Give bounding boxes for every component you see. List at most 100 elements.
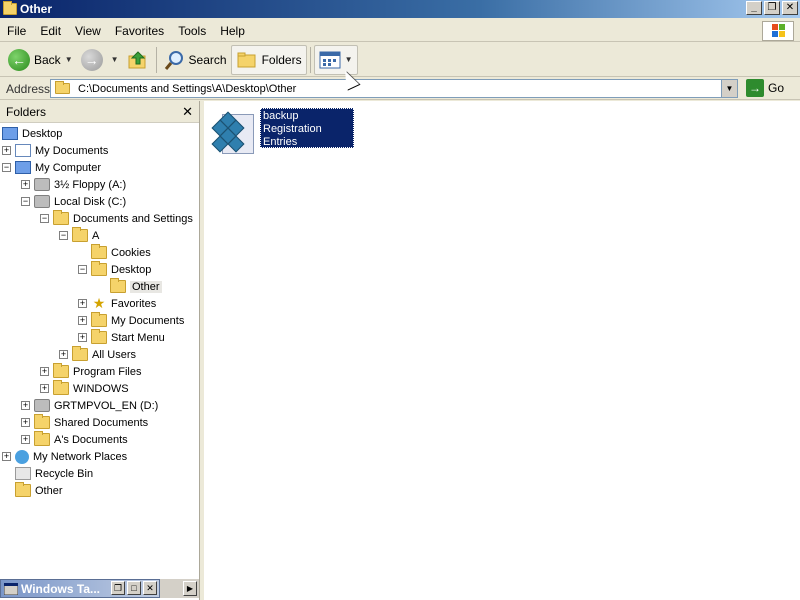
- search-button[interactable]: Search: [160, 45, 231, 75]
- expand-icon[interactable]: +: [21, 401, 30, 410]
- tree-item-my-computer[interactable]: − My Computer: [2, 159, 101, 176]
- address-input[interactable]: C:\Documents and Settings\A\Desktop\Othe…: [50, 79, 738, 98]
- views-dropdown-icon[interactable]: ▼: [345, 55, 353, 64]
- menu-edit[interactable]: Edit: [33, 24, 68, 38]
- maximize-button[interactable]: □: [127, 581, 141, 595]
- tree-item-documents-and-settings[interactable]: − Documents and Settings: [40, 210, 193, 227]
- tree-item-start-menu[interactable]: + Start Menu: [78, 329, 165, 346]
- folder-icon: [91, 261, 107, 276]
- file-item-backup[interactable]: backup Registration Entries 25 KB: [208, 108, 354, 161]
- back-button[interactable]: ← Back ▼: [4, 45, 77, 75]
- collapse-icon[interactable]: −: [59, 231, 68, 240]
- tree-item-my-documents[interactable]: + My Documents: [2, 142, 108, 159]
- folders-button[interactable]: Folders: [230, 44, 307, 75]
- tree-item-desktop-a[interactable]: − Desktop: [78, 261, 151, 278]
- forward-button[interactable]: → ▼: [77, 45, 123, 75]
- expand-icon[interactable]: +: [21, 435, 30, 444]
- tree-item-desktop[interactable]: Desktop: [2, 125, 62, 142]
- address-dropdown-icon[interactable]: ▼: [721, 80, 737, 97]
- tree-item-local-disk[interactable]: − Local Disk (C:): [21, 193, 126, 210]
- close-button[interactable]: ✕: [782, 1, 798, 15]
- tree-item-label: Desktop: [111, 263, 152, 276]
- tree-item-program-files[interactable]: + Program Files: [40, 363, 141, 380]
- folder-icon: [53, 363, 69, 378]
- tree-item-recycle-bin[interactable]: Recycle Bin: [15, 465, 93, 482]
- minimize-button[interactable]: _: [746, 1, 762, 15]
- my-documents-icon: [15, 144, 31, 157]
- tree-item-cd-drive[interactable]: + GRTMPVOL_EN (D:): [21, 397, 158, 414]
- close-icon[interactable]: ✕: [182, 104, 193, 120]
- folder-icon: [53, 380, 69, 395]
- tree-item-label: GRTMPVOL_EN (D:): [54, 399, 159, 412]
- tree-item-shared-documents[interactable]: + Shared Documents: [21, 414, 148, 431]
- file-list-view: backup Registration Entries 25 KB: [204, 101, 800, 600]
- menu-help[interactable]: Help: [213, 24, 252, 38]
- hard-drive-icon: [34, 195, 50, 208]
- expand-icon[interactable]: +: [40, 367, 49, 376]
- tree-item-other-selected[interactable]: Other: [110, 278, 162, 295]
- folders-pane: Folders ✕ Desktop + My Documents − My Co…: [0, 101, 200, 600]
- menu-file[interactable]: File: [0, 24, 33, 38]
- tree-item-favorites[interactable]: + ★ Favorites: [78, 295, 156, 312]
- horizontal-scrollbar[interactable]: ▶: [160, 579, 199, 598]
- collapse-icon[interactable]: −: [21, 197, 30, 206]
- my-computer-icon: [15, 161, 31, 174]
- restore-button[interactable]: ❐: [764, 1, 780, 15]
- tree-item-windows[interactable]: + WINDOWS: [40, 380, 129, 397]
- go-arrow-icon: →: [746, 79, 764, 97]
- up-folder-button[interactable]: [123, 45, 153, 75]
- expand-icon[interactable]: +: [78, 316, 87, 325]
- up-folder-icon: [128, 50, 146, 68]
- address-path: C:\Documents and Settings\A\Desktop\Othe…: [78, 82, 297, 95]
- folders-icon: [237, 52, 256, 67]
- minimized-window[interactable]: Windows Ta... ❐ □ ✕: [0, 579, 160, 598]
- title-bar: Other _ ❐ ✕: [0, 0, 800, 18]
- collapse-icon[interactable]: −: [78, 265, 87, 274]
- tree-item-my-documents-a[interactable]: + My Documents: [78, 312, 184, 329]
- tree-item-label: Cookies: [111, 246, 151, 259]
- folder-open-icon: [110, 278, 126, 293]
- expand-icon[interactable]: +: [2, 146, 11, 155]
- back-label: Back: [34, 52, 61, 67]
- close-button[interactable]: ✕: [143, 581, 157, 595]
- window-title: Other: [20, 2, 53, 16]
- expand-icon[interactable]: +: [21, 418, 30, 427]
- menu-tools[interactable]: Tools: [171, 24, 213, 38]
- folders-pane-header: Folders ✕: [0, 101, 199, 123]
- tree-item-label: Shared Documents: [54, 416, 149, 429]
- tree-item-label: My Computer: [35, 161, 102, 174]
- expand-icon[interactable]: +: [40, 384, 49, 393]
- folder-icon: [3, 1, 17, 15]
- expand-icon[interactable]: +: [78, 299, 87, 308]
- tree-item-a[interactable]: − A: [59, 227, 99, 244]
- recycle-bin-icon: [15, 467, 31, 480]
- tree-item-all-users[interactable]: + All Users: [59, 346, 136, 363]
- window-icon: [4, 583, 18, 595]
- go-button[interactable]: → Go: [746, 79, 784, 97]
- tree-item-as-documents[interactable]: + A's Documents: [21, 431, 128, 448]
- tree-item-label: My Documents: [35, 144, 109, 157]
- tree-item-floppy[interactable]: + 3½ Floppy (A:): [21, 176, 126, 193]
- forward-dropdown-icon[interactable]: ▼: [111, 55, 119, 64]
- folder-icon: [34, 414, 50, 429]
- collapse-icon[interactable]: −: [2, 163, 11, 172]
- expand-icon[interactable]: +: [59, 350, 68, 359]
- scroll-right-arrow-icon[interactable]: ▶: [183, 581, 197, 596]
- restore-button[interactable]: ❐: [111, 581, 125, 595]
- tree-item-cookies[interactable]: Cookies: [91, 244, 151, 261]
- menu-view[interactable]: View: [68, 24, 108, 38]
- tree-item-label: Other: [35, 484, 63, 497]
- tree-item-other-desktop[interactable]: Other: [15, 482, 63, 499]
- expand-icon[interactable]: +: [2, 452, 11, 461]
- collapse-icon[interactable]: −: [40, 214, 49, 223]
- go-label: Go: [768, 81, 785, 95]
- menu-favorites[interactable]: Favorites: [108, 24, 171, 38]
- tree-item-my-network-places[interactable]: + My Network Places: [2, 448, 127, 465]
- expand-icon[interactable]: +: [78, 333, 87, 342]
- expand-icon[interactable]: +: [21, 180, 30, 189]
- tree-item-label: All Users: [92, 348, 137, 361]
- folder-icon: [55, 81, 70, 94]
- back-dropdown-icon[interactable]: ▼: [65, 55, 73, 64]
- tree-item-label: My Documents: [111, 314, 185, 327]
- tree-item-label: Favorites: [111, 297, 157, 310]
